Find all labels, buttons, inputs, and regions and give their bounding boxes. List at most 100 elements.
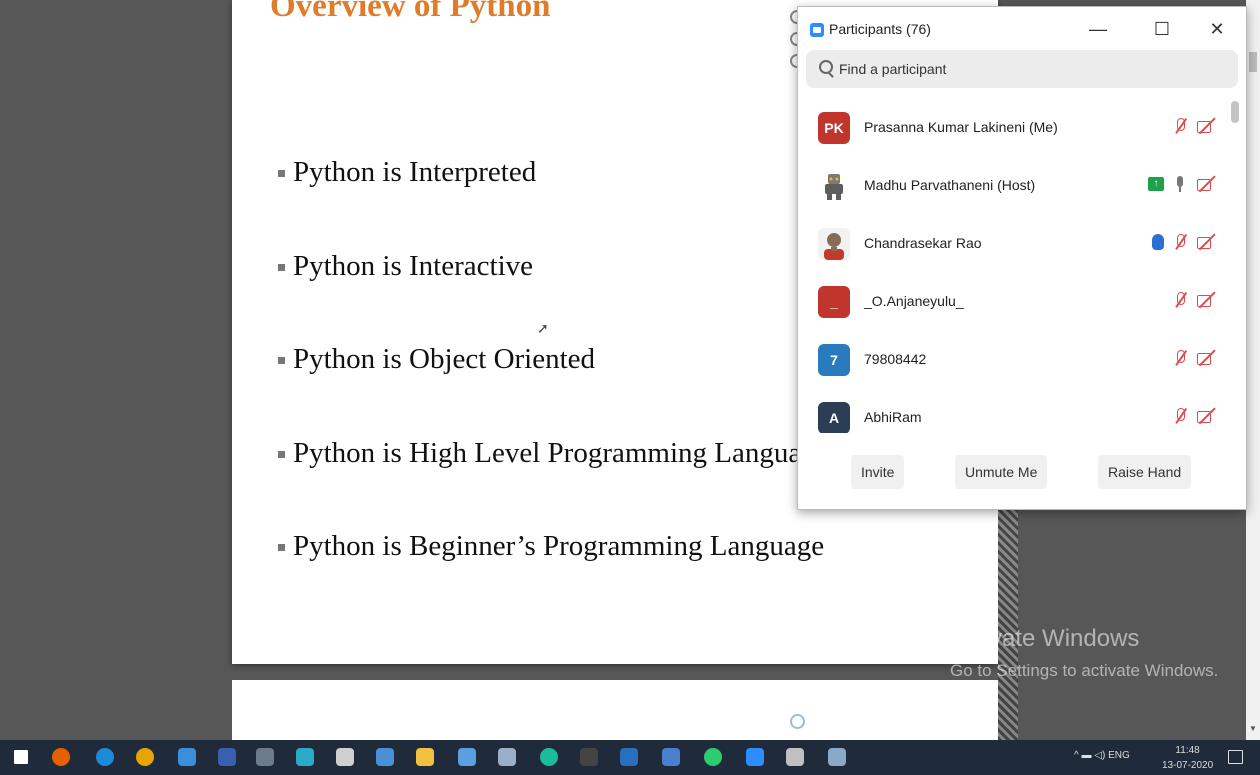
slide-bullet: Python is Interactive <box>278 250 829 344</box>
slide-next <box>232 680 998 740</box>
activate-windows-watermark: Activate Windows Go to Settings to activ… <box>950 625 1218 681</box>
unmute-me-button[interactable]: Unmute Me <box>955 455 1048 489</box>
slide-title: Overview of Python <box>270 0 551 24</box>
avatar: 7 <box>818 344 850 376</box>
page-scrollbar[interactable]: ▼ <box>1246 0 1260 740</box>
mail-icon[interactable] <box>178 748 196 766</box>
mic-muted-icon[interactable] <box>1170 232 1190 252</box>
bullet-square-icon <box>278 544 285 551</box>
chrome-icon[interactable] <box>136 748 154 766</box>
paint-icon[interactable] <box>828 748 846 766</box>
app-icon[interactable] <box>256 748 274 766</box>
slide-bullet-list: Python is Interpreted Python is Interact… <box>278 156 829 624</box>
vs-icon[interactable] <box>620 748 638 766</box>
search-icon <box>819 60 833 74</box>
mic-muted-icon[interactable] <box>1170 116 1190 136</box>
participant-row[interactable]: 7 79808442 <box>798 331 1228 389</box>
avatar <box>818 228 850 260</box>
participant-row[interactable]: A AbhiRam <box>798 389 1228 433</box>
python-icon[interactable] <box>662 748 680 766</box>
maximize-button[interactable]: ☐ <box>1147 17 1177 41</box>
search-placeholder: Find a participant <box>839 61 947 77</box>
avatar: PK <box>818 112 850 144</box>
participant-list[interactable]: PK Prasanna Kumar Lakineni (Me) Madhu Pa… <box>798 99 1228 433</box>
share-screen-icon: ↑ <box>1148 177 1164 191</box>
participant-row[interactable]: Madhu Parvathaneni (Host) ↑ <box>798 157 1228 215</box>
notification-icon[interactable] <box>1228 750 1243 764</box>
participant-name: Chandrasekar Rao <box>864 235 982 251</box>
participant-name: Prasanna Kumar Lakineni (Me) <box>864 119 1058 135</box>
participant-list-scrollbar[interactable] <box>1231 99 1239 429</box>
participant-search-field[interactable]: Find a participant <box>806 50 1238 88</box>
file-explorer-icon[interactable] <box>416 748 434 766</box>
maps-icon[interactable] <box>704 748 722 766</box>
mic-muted-icon[interactable] <box>1170 290 1190 310</box>
word-icon[interactable] <box>218 748 236 766</box>
zoom-logo-icon <box>810 23 824 37</box>
participant-row[interactable]: PK Prasanna Kumar Lakineni (Me) <box>798 99 1228 157</box>
video-off-icon[interactable] <box>1196 406 1216 426</box>
video-off-icon[interactable] <box>1196 348 1216 368</box>
mic-on-icon[interactable] <box>1170 174 1190 194</box>
video-off-icon[interactable] <box>1196 290 1216 310</box>
slide-bullet: Python is Interpreted <box>278 156 829 250</box>
participant-name: Madhu Parvathaneni (Host) <box>864 177 1036 193</box>
watermark-subtitle: Go to Settings to activate Windows. <box>950 661 1219 680</box>
video-off-icon[interactable] <box>1196 174 1216 194</box>
slide-bullet: Python is Beginner’s Programming Languag… <box>278 530 829 624</box>
circle-icon <box>790 714 805 729</box>
slide-bullet: Python is High Level Programming Languag… <box>278 437 829 531</box>
edge-icon[interactable] <box>96 748 114 766</box>
zoom-icon[interactable] <box>746 748 764 766</box>
bullet-square-icon <box>278 357 285 364</box>
robot-avatar-icon <box>825 174 843 200</box>
windows-taskbar: ^ ▬ ◁) ENG 11:48 13-07-2020 <box>0 740 1260 775</box>
network-app-icon[interactable] <box>296 748 314 766</box>
scroll-down-icon[interactable]: ▼ <box>1249 724 1257 733</box>
firefox-icon[interactable] <box>52 748 70 766</box>
raised-hand-icon <box>1152 234 1164 250</box>
participant-name: AbhiRam <box>864 409 922 425</box>
tools-icon[interactable] <box>498 748 516 766</box>
avatar: _ <box>818 286 850 318</box>
system-tray[interactable]: ^ ▬ ◁) ENG <box>1074 750 1130 761</box>
notepad-icon[interactable] <box>376 748 394 766</box>
video-off-icon[interactable] <box>1196 232 1216 252</box>
mic-muted-icon[interactable] <box>1170 406 1190 426</box>
panel-titlebar[interactable]: Participants (76) — ☐ ✕ <box>798 7 1246 47</box>
network-icon[interactable] <box>458 748 476 766</box>
participant-name: 79808442 <box>864 351 927 367</box>
mouse-cursor-icon: ➚ <box>537 320 549 336</box>
avatar: A <box>818 402 850 433</box>
window-edge-pattern <box>998 480 1018 740</box>
invite-button[interactable]: Invite <box>851 455 905 489</box>
watermark-title: Activate Windows <box>950 625 1140 652</box>
mic-muted-icon[interactable] <box>1170 348 1190 368</box>
chrome-app-icon[interactable] <box>786 748 804 766</box>
language-indicator[interactable]: ENG <box>1108 750 1130 761</box>
avatar <box>818 170 850 202</box>
panel-title: Participants (76) <box>829 21 931 37</box>
video-off-icon[interactable] <box>1196 116 1216 136</box>
participant-name: _O.Anjaneyulu_ <box>864 293 964 309</box>
clock-date: 13-07-2020 <box>1162 760 1214 771</box>
slide-bullet: Python is Object Oriented <box>278 343 829 437</box>
participant-row[interactable]: _ _O.Anjaneyulu_ <box>798 273 1228 331</box>
scrollbar-thumb[interactable] <box>1249 52 1257 72</box>
bullet-square-icon <box>278 263 285 271</box>
start-button-icon[interactable] <box>14 750 28 764</box>
participant-row[interactable]: Chandrasekar Rao <box>798 215 1228 273</box>
arduino-icon[interactable] <box>540 748 558 766</box>
raise-hand-button[interactable]: Raise Hand <box>1098 455 1192 489</box>
person-photo-icon <box>824 233 844 260</box>
unity-icon[interactable] <box>580 748 598 766</box>
clock-time: 11:48 <box>1175 745 1200 756</box>
participants-panel: Participants (76) — ☐ ✕ Find a participa… <box>797 6 1247 510</box>
scrollbar-thumb[interactable] <box>1231 101 1239 123</box>
close-button[interactable]: ✕ <box>1202 17 1232 41</box>
clock[interactable]: 11:48 13-07-2020 <box>1162 743 1213 773</box>
cube-app-icon[interactable] <box>336 748 354 766</box>
minimize-button[interactable]: — <box>1083 17 1113 41</box>
bullet-square-icon <box>278 450 285 458</box>
bullet-square-icon <box>278 170 285 177</box>
